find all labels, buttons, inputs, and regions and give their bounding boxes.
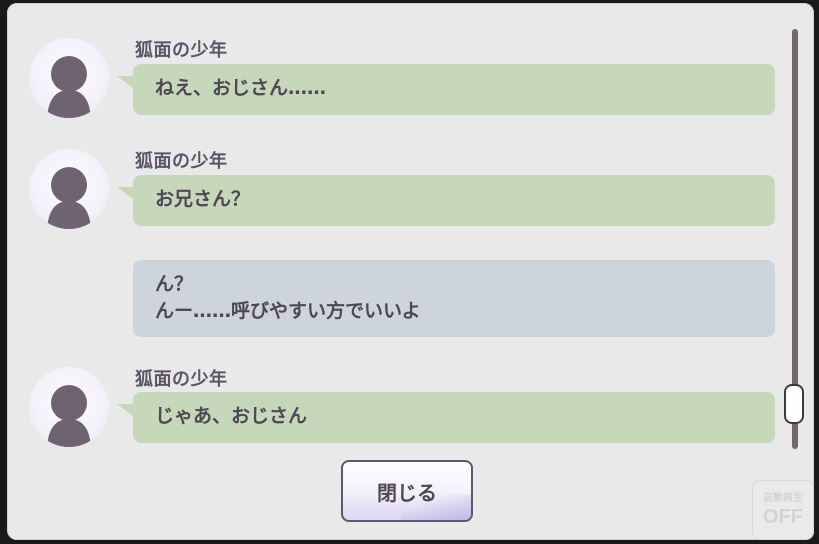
auto-play-state: OFF — [763, 506, 803, 528]
speaker-name: 狐面の少年 — [135, 40, 228, 61]
player-message-bubble: ん？ んー……呼びやすい方でいいよ — [133, 260, 775, 337]
speaker-avatar-icon — [29, 38, 109, 118]
close-button[interactable]: 閉じる — [341, 460, 473, 522]
speaker-avatar-icon — [29, 149, 109, 229]
auto-play-label: 自動再生 — [763, 493, 803, 504]
message-line: んー……呼びやすい方でいいよ — [155, 300, 421, 322]
scrollbar-thumb[interactable] — [784, 384, 804, 424]
close-button-label: 閉じる — [377, 480, 437, 505]
message-text: じゃあ、おじさん — [155, 405, 308, 427]
message-text: ねえ、おじさん…… — [155, 77, 327, 99]
message-text: お兄さん？ — [155, 188, 251, 210]
speaker-avatar-icon — [29, 367, 109, 447]
speaker-name: 狐面の少年 — [135, 151, 228, 172]
npc-message-bubble: お兄さん？ — [117, 175, 775, 226]
message-line: ん？ — [155, 273, 194, 295]
speaker-name: 狐面の少年 — [135, 369, 228, 390]
npc-message-bubble: ねえ、おじさん…… — [117, 64, 775, 115]
npc-message-bubble: じゃあ、おじさん — [117, 392, 775, 443]
auto-play-toggle[interactable]: 自動再生 OFF — [752, 480, 814, 540]
